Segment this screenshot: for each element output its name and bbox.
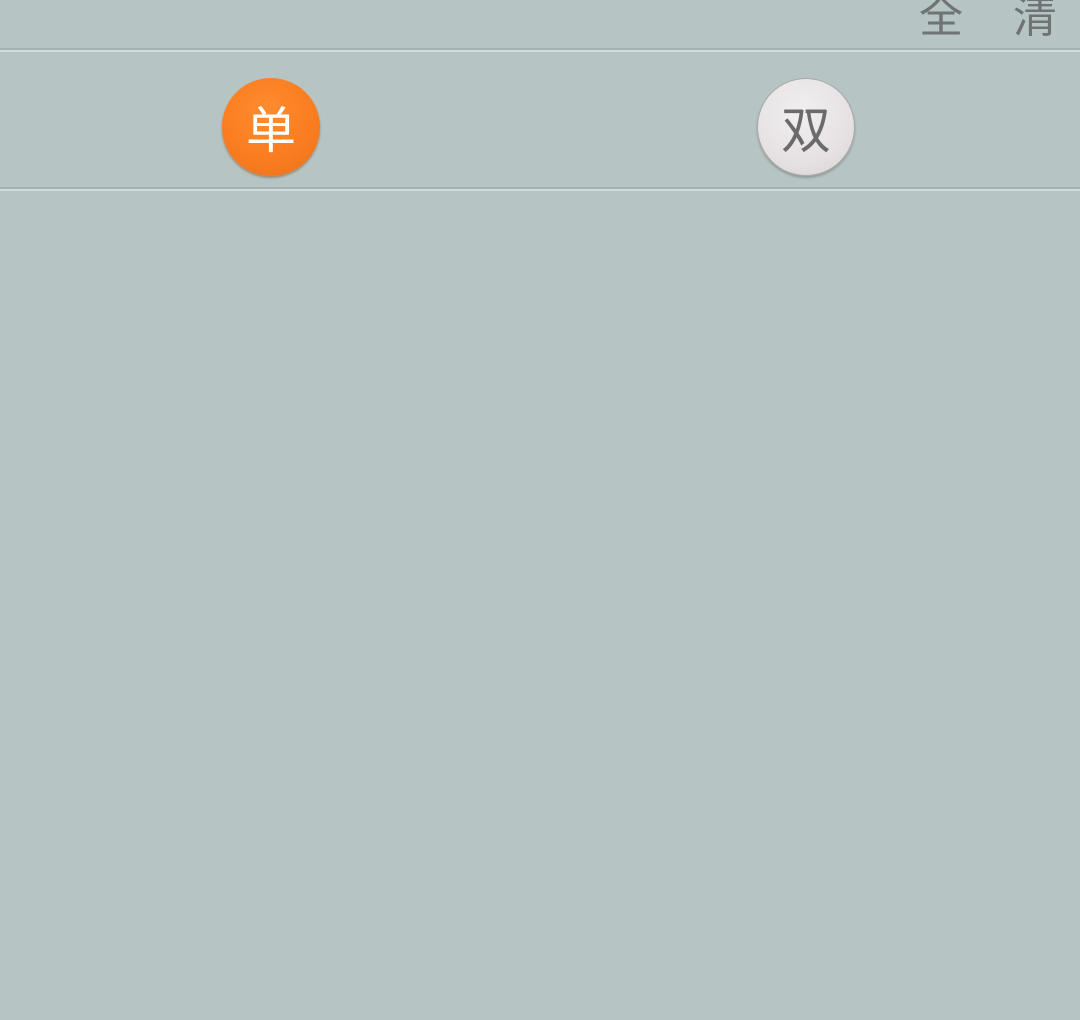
odd-even-option-row: 单 双 xyxy=(0,52,1080,187)
clear-button[interactable]: 清 xyxy=(1013,0,1057,46)
double-option-ball[interactable]: 双 xyxy=(757,78,855,176)
top-bar: 全 清 xyxy=(0,0,1080,50)
bottom-divider xyxy=(0,187,1080,191)
select-all-button[interactable]: 全 xyxy=(919,0,963,46)
single-option-ball[interactable]: 单 xyxy=(222,78,320,176)
